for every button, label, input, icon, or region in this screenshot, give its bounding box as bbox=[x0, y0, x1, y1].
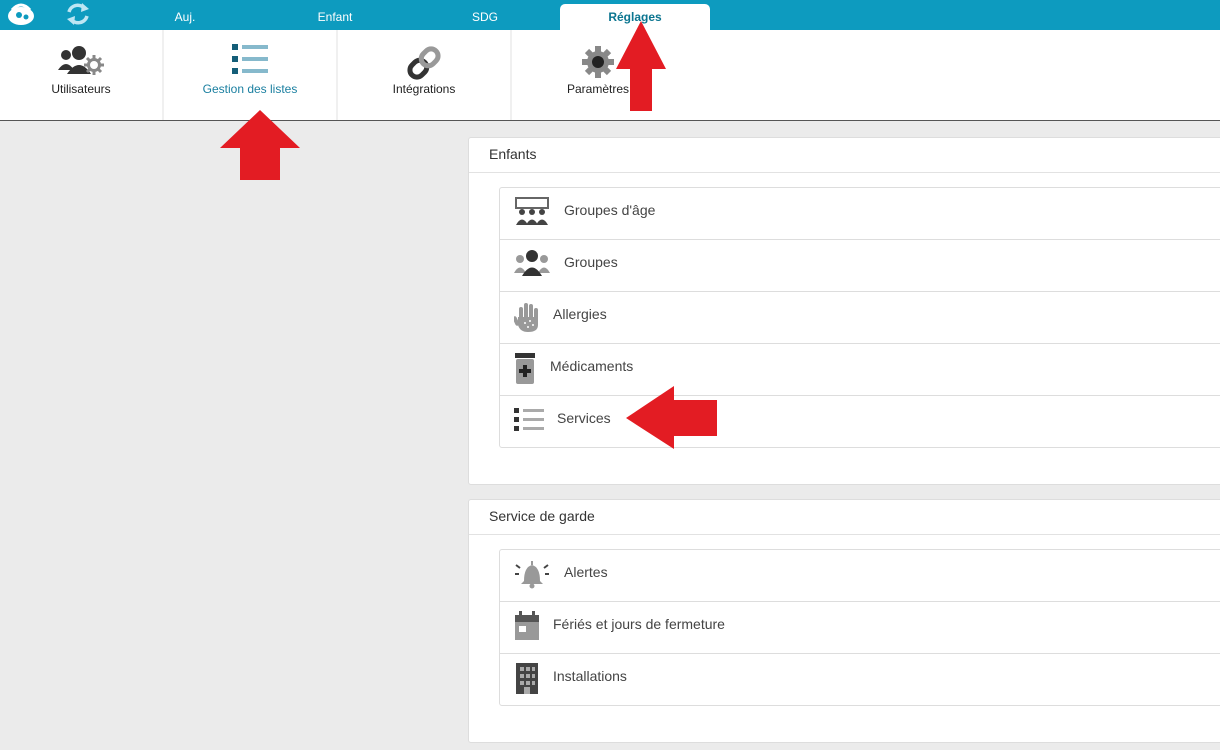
group-icon bbox=[514, 250, 550, 276]
list-item-installations[interactable]: Installations bbox=[500, 654, 1220, 705]
list-item-label: Allergies bbox=[553, 306, 607, 322]
list-icon bbox=[232, 44, 268, 74]
list-item-groupes[interactable]: Groupes bbox=[500, 240, 1220, 292]
calendar-icon bbox=[515, 611, 539, 640]
arrow-icon bbox=[220, 110, 300, 180]
list-item-allergies[interactable]: Allergies bbox=[500, 292, 1220, 344]
arrow-icon bbox=[616, 21, 666, 111]
users-gear-icon bbox=[58, 46, 104, 75]
medicine-jar-icon bbox=[515, 353, 535, 384]
list-icon bbox=[514, 408, 544, 431]
logo-icon[interactable] bbox=[4, 2, 38, 28]
toolbar-lists-label: Gestion des listes bbox=[202, 82, 298, 96]
hand-icon bbox=[514, 303, 538, 332]
list-item-label: Installations bbox=[553, 668, 627, 684]
toolbar-integrations-label: Intégrations bbox=[392, 82, 456, 96]
list-item-label: Médicaments bbox=[550, 358, 634, 374]
tab-sdg[interactable]: SDG bbox=[440, 0, 530, 30]
arrow-icon bbox=[626, 386, 717, 449]
gear-icon bbox=[582, 46, 614, 78]
list-item-feries[interactable]: Fériés et jours de fermeture bbox=[500, 602, 1220, 654]
service-garde-panel-title: Service de garde bbox=[469, 500, 1220, 535]
list-item-alertes[interactable]: Alertes bbox=[500, 550, 1220, 602]
enfants-list: Groupes d'âge Groupes Allergies Médicame… bbox=[499, 187, 1220, 448]
tab-auj[interactable]: Auj. bbox=[140, 0, 230, 30]
list-item-services[interactable]: Services bbox=[500, 396, 1220, 447]
service-garde-panel: Service de garde Alertes Fériés et jours… bbox=[468, 499, 1220, 743]
list-item-groupes-age[interactable]: Groupes d'âge bbox=[500, 188, 1220, 240]
toolbar-lists-button[interactable]: Gestion des listes bbox=[164, 30, 338, 120]
classroom-icon bbox=[515, 197, 549, 225]
tab-enfant[interactable]: Enfant bbox=[290, 0, 380, 30]
toolbar-users-label: Utilisateurs bbox=[51, 82, 111, 96]
building-icon bbox=[516, 663, 538, 694]
sync-icon[interactable] bbox=[64, 1, 92, 27]
bell-icon bbox=[515, 561, 549, 589]
service-garde-list: Alertes Fériés et jours de fermeture Ins… bbox=[499, 549, 1220, 706]
enfants-panel: Enfants Groupes d'âge Groupes Allergies … bbox=[468, 137, 1220, 485]
list-item-label: Services bbox=[557, 410, 611, 426]
list-item-label: Fériés et jours de fermeture bbox=[553, 616, 725, 632]
top-navigation-bar: Auj. Enfant SDG Réglages bbox=[0, 0, 1220, 30]
list-item-label: Groupes bbox=[564, 254, 618, 270]
toolbar-users-button[interactable]: Utilisateurs bbox=[0, 30, 164, 120]
list-item-label: Alertes bbox=[564, 564, 608, 580]
toolbar-integrations-button[interactable]: Intégrations bbox=[338, 30, 512, 120]
list-item-medicaments[interactable]: Médicaments bbox=[500, 344, 1220, 396]
link-icon bbox=[407, 46, 441, 80]
list-item-label: Groupes d'âge bbox=[564, 202, 656, 218]
settings-toolbar: Utilisateurs Gestion des listes Intégrat… bbox=[0, 30, 1220, 121]
enfants-panel-title: Enfants bbox=[469, 138, 1220, 173]
